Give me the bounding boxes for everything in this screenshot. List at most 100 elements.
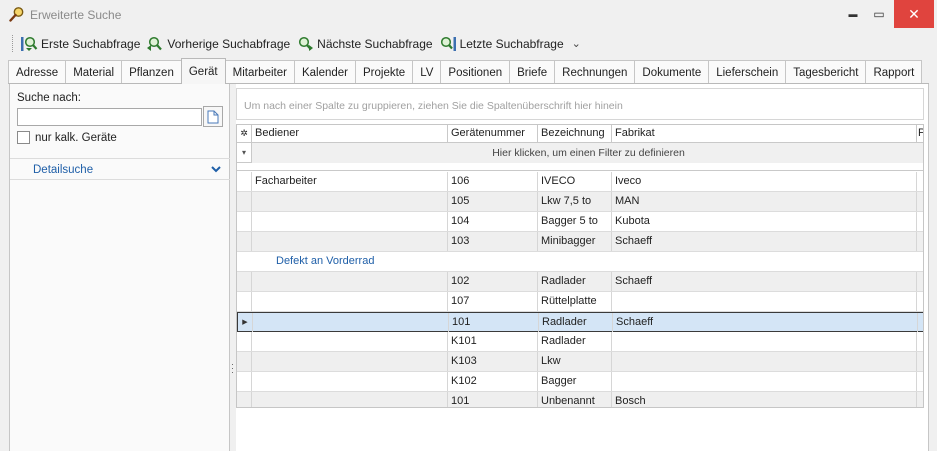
tab-dokumente[interactable]: Dokumente (634, 60, 710, 84)
cell-bezeichnung[interactable]: Radlader (538, 332, 612, 351)
table-row[interactable]: ▶ 101 Radlader Schaeff (237, 312, 923, 332)
group-by-panel[interactable]: Um nach einer Spalte zu gruppieren, zieh… (236, 88, 924, 120)
cell-p[interactable] (917, 392, 923, 407)
cell-p[interactable] (917, 212, 923, 231)
cell-fabrikat[interactable] (612, 292, 917, 311)
table-row[interactable]: K103 Lkw (237, 352, 923, 372)
calc-devices-checkbox[interactable] (17, 131, 30, 144)
column-header-bezeichnung[interactable]: Bezeichnung (538, 125, 612, 143)
cell-geraetenummer[interactable]: K101 (448, 332, 538, 351)
cell-p[interactable] (917, 272, 923, 291)
cell-bezeichnung[interactable]: Rüttelplatte (538, 292, 612, 311)
cell-bezeichnung[interactable]: Bagger 5 to (538, 212, 612, 231)
row-indicator[interactable] (237, 192, 252, 211)
detail-search-header[interactable]: Detailsuche (10, 158, 230, 180)
row-indicator[interactable] (237, 172, 252, 191)
cell-bediener[interactable] (252, 392, 448, 407)
row-indicator[interactable] (237, 272, 252, 291)
cell-p[interactable] (918, 313, 923, 332)
cell-bezeichnung[interactable]: Lkw 7,5 to (538, 192, 612, 211)
cell-bezeichnung[interactable]: Lkw (538, 352, 612, 371)
table-row[interactable]: 101 Unbenannt Bosch (237, 392, 923, 407)
memo-row[interactable]: Defekt an Vorderrad (237, 252, 923, 272)
cell-geraetenummer[interactable]: 106 (448, 172, 538, 191)
table-row[interactable]: 105 Lkw 7,5 to MAN (237, 192, 923, 212)
tab-material[interactable]: Material (65, 60, 123, 84)
previous-query-button[interactable]: Vorherige Suchabfrage (146, 35, 290, 53)
filter-row[interactable]: ▾ Hier klicken, um einen Filter zu defin… (237, 143, 923, 163)
tab-pflanzen[interactable]: Pflanzen (121, 60, 182, 84)
cell-geraetenummer[interactable]: 107 (448, 292, 538, 311)
table-row[interactable]: K101 Radlader (237, 332, 923, 352)
cell-p[interactable] (917, 372, 923, 391)
calc-devices-checkbox-row[interactable]: nur kalk. Geräte (17, 131, 117, 144)
row-indicator[interactable] (237, 292, 252, 311)
table-row[interactable]: 103 Minibagger Schaeff (237, 232, 923, 252)
cell-geraetenummer[interactable]: K102 (448, 372, 538, 391)
cell-p[interactable] (917, 292, 923, 311)
cell-bezeichnung[interactable]: Radlader (539, 313, 613, 332)
tab-kalender[interactable]: Kalender (293, 60, 356, 84)
search-input[interactable] (17, 108, 202, 126)
cell-fabrikat[interactable] (612, 372, 917, 391)
row-indicator[interactable]: ▶ (238, 313, 253, 332)
tab-lieferschein[interactable]: Lieferschein (708, 60, 787, 84)
tab-adresse[interactable]: Adresse (8, 60, 67, 84)
row-indicator[interactable] (237, 232, 252, 251)
column-header-fabrikat[interactable]: Fabrikat (612, 125, 917, 143)
cell-geraetenummer[interactable]: 104 (448, 212, 538, 231)
search-options-button[interactable] (203, 106, 223, 127)
table-row[interactable]: Facharbeiter 106 IVECO Iveco (237, 172, 923, 192)
tab-projekte[interactable]: Projekte (355, 60, 414, 84)
cell-p[interactable] (917, 352, 923, 371)
cell-fabrikat[interactable]: Kubota (612, 212, 917, 231)
cell-p[interactable] (917, 172, 923, 191)
column-chooser-icon[interactable]: ✲ (237, 125, 252, 143)
cell-geraetenummer[interactable]: 101 (448, 392, 538, 407)
cell-bediener[interactable] (252, 292, 448, 311)
maximize-button[interactable]: ▭ (862, 0, 896, 28)
first-query-button[interactable]: Erste Suchabfrage (20, 35, 140, 53)
last-query-button[interactable]: Letzte Suchabfrage (439, 35, 564, 53)
cell-p[interactable] (917, 192, 923, 211)
tab-geraet[interactable]: Gerät (180, 58, 226, 84)
cell-bediener[interactable]: Facharbeiter (252, 172, 448, 191)
cell-geraetenummer[interactable]: 105 (448, 192, 538, 211)
tab-briefe[interactable]: Briefe (509, 60, 556, 84)
cell-fabrikat[interactable] (612, 332, 917, 351)
cell-fabrikat[interactable]: Schaeff (612, 272, 917, 291)
tab-lv[interactable]: LV (412, 60, 442, 84)
cell-geraetenummer[interactable]: 103 (448, 232, 538, 251)
table-row[interactable]: 107 Rüttelplatte (237, 292, 923, 312)
cell-fabrikat[interactable]: MAN (612, 192, 917, 211)
cell-bediener[interactable] (252, 192, 448, 211)
table-row[interactable]: 102 Radlader Schaeff (237, 272, 923, 292)
row-indicator[interactable] (237, 352, 252, 371)
next-query-button[interactable]: Nächste Suchabfrage (296, 35, 433, 53)
cell-p[interactable] (917, 232, 923, 251)
tab-rapport[interactable]: Rapport (865, 60, 923, 84)
close-button[interactable]: ✕ (894, 0, 934, 28)
row-indicator[interactable] (237, 212, 252, 231)
cell-bediener[interactable] (252, 372, 448, 391)
table-row[interactable]: 104 Bagger 5 to Kubota (237, 212, 923, 232)
cell-bediener[interactable] (252, 272, 448, 291)
cell-fabrikat[interactable] (612, 352, 917, 371)
column-header-geraetenummer[interactable]: Gerätenummer (448, 125, 538, 143)
tab-mitarbeiter[interactable]: Mitarbeiter (224, 60, 295, 84)
row-indicator[interactable] (237, 332, 252, 351)
cell-bezeichnung[interactable]: Radlader (538, 272, 612, 291)
cell-fabrikat[interactable]: Schaeff (613, 313, 918, 332)
toolbar-grip[interactable] (12, 35, 15, 52)
cell-bediener[interactable] (252, 352, 448, 371)
cell-geraetenummer[interactable]: K103 (448, 352, 538, 371)
table-row[interactable]: K102 Bagger (237, 372, 923, 392)
cell-bediener[interactable] (252, 232, 448, 251)
row-indicator[interactable] (237, 372, 252, 391)
cell-bediener[interactable] (252, 332, 448, 351)
chevron-down-icon[interactable] (210, 163, 222, 175)
cell-bezeichnung[interactable]: Bagger (538, 372, 612, 391)
cell-fabrikat[interactable]: Schaeff (612, 232, 917, 251)
cell-bediener[interactable] (253, 313, 449, 332)
column-header-p[interactable]: P (917, 125, 923, 143)
